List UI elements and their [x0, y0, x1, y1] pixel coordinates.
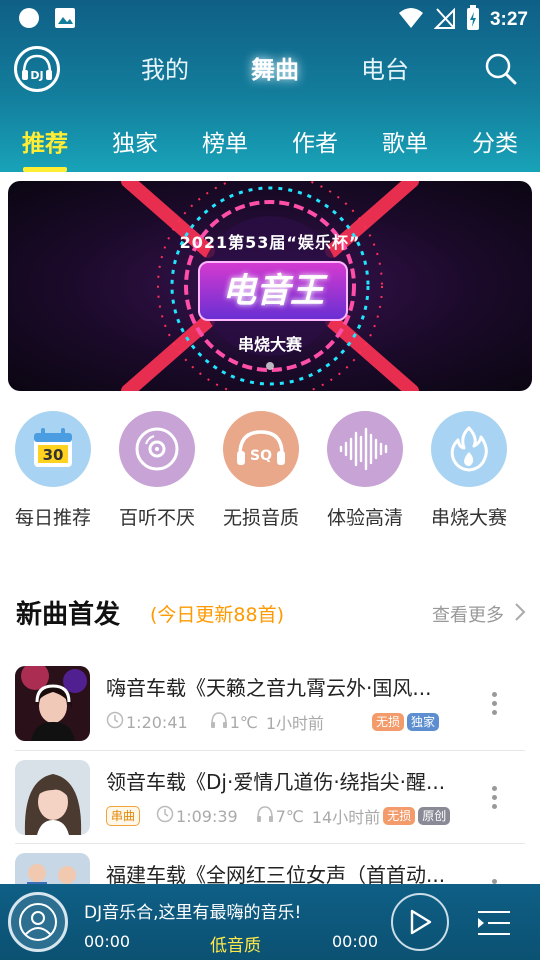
- new-releases-header: 新曲首发 (今日更新88首) 查看更多: [16, 594, 526, 634]
- tab-radio[interactable]: 电台: [330, 50, 440, 85]
- headphones-icon: [256, 805, 274, 827]
- tag-lossless: 无损: [383, 807, 416, 825]
- song-title: 领音车载《Dj·爱情几道伤·绕指尖·醒...: [106, 770, 446, 794]
- category-hd[interactable]: 体验高清: [314, 411, 416, 530]
- song-listens: 7℃: [275, 806, 304, 826]
- clock-icon: [106, 711, 124, 733]
- notification-dot-icon: [18, 7, 40, 33]
- song-time-ago: 1小时前: [265, 714, 325, 733]
- no-signal-icon: [433, 6, 456, 34]
- promo-banner[interactable]: 2021第53届“娱乐杯” 电音王 串烧大赛: [8, 181, 532, 391]
- headphones-sq-icon: SQ: [223, 411, 299, 487]
- play-icon: [410, 909, 432, 935]
- tag-exclusive: 独家: [407, 713, 440, 731]
- dj-logo[interactable]: DJ: [14, 46, 60, 92]
- category-label: 体验高清: [326, 507, 403, 529]
- category-daily[interactable]: 30 每日推荐: [2, 411, 104, 530]
- svg-text:30: 30: [43, 446, 64, 464]
- more-options-icon[interactable]: [489, 786, 499, 813]
- banner-page-indicator: [266, 362, 274, 370]
- more-options-icon[interactable]: [489, 692, 499, 719]
- wifi-icon: [398, 7, 424, 33]
- now-playing-text: DJ音乐合,这里有最嗨的音乐!: [84, 903, 302, 923]
- list-item[interactable]: 领音车载《Dj·爱情几道伤·绕指尖·醒... 串曲 1:09:39 7℃ 14小…: [15, 760, 525, 850]
- current-time: 00:00: [84, 932, 131, 951]
- status-time: 3:27: [489, 9, 528, 30]
- tab-mine[interactable]: 我的: [110, 50, 220, 85]
- avatar[interactable]: [8, 892, 68, 952]
- quality-toggle[interactable]: 低音质: [210, 931, 261, 956]
- playlist-icon[interactable]: [476, 908, 512, 942]
- total-time: 00:00: [332, 932, 379, 951]
- header: 3:27 DJ 我的 舞曲 电台 推荐 独家 榜单 作者 歌单 分类: [0, 0, 540, 172]
- divider: [15, 843, 525, 844]
- divider: [15, 750, 525, 751]
- category-label: 每日推荐: [14, 507, 91, 529]
- category-contest[interactable]: 串烧大赛: [418, 411, 520, 530]
- subtab-recommend[interactable]: 推荐: [0, 110, 90, 172]
- main-tabs: 我的 舞曲 电台: [110, 50, 440, 85]
- sub-tabs: 推荐 独家 榜单 作者 歌单 分类: [0, 110, 540, 172]
- banner-subtitle: 串烧大赛: [237, 335, 302, 354]
- headphones-icon: [210, 711, 228, 733]
- song-meta: 串曲 1:09:39 7℃ 14小时前 无损 原创: [106, 804, 451, 828]
- status-bar: 3:27: [0, 0, 540, 38]
- chevron-right-icon[interactable]: [514, 602, 526, 626]
- view-more-link[interactable]: 查看更多: [432, 601, 504, 627]
- tag-original: 原创: [418, 807, 451, 825]
- app-bar: DJ 我的 舞曲 电台: [0, 40, 540, 100]
- category-lossless[interactable]: SQ 无损音质: [210, 411, 312, 530]
- subtab-playlists[interactable]: 歌单: [360, 110, 450, 172]
- song-duration: 1:09:39: [176, 806, 238, 826]
- subtab-categories[interactable]: 分类: [450, 110, 540, 172]
- category-label: 百听不厌: [118, 507, 195, 529]
- song-duration: 1:20:41: [126, 712, 188, 732]
- category-favorites[interactable]: 百听不厌: [106, 411, 208, 530]
- banner-main-text: 电音王: [198, 261, 348, 321]
- song-meta: 1:20:41 1℃ 1小时前 无损 独家: [106, 710, 440, 734]
- subtab-charts[interactable]: 榜单: [180, 110, 270, 172]
- play-button[interactable]: [391, 893, 449, 951]
- tag-medley: 串曲: [106, 806, 141, 826]
- waveform-icon: [327, 411, 403, 487]
- battery-icon: [466, 5, 480, 35]
- subtab-exclusive[interactable]: 独家: [90, 110, 180, 172]
- banner-title: 2021第53届“娱乐杯”: [179, 233, 361, 252]
- song-time-ago: 14小时前: [311, 808, 381, 827]
- clock-icon: [156, 805, 174, 827]
- calendar-icon: 30: [15, 411, 91, 487]
- subtab-authors[interactable]: 作者: [270, 110, 360, 172]
- song-cover: [15, 760, 90, 835]
- tag-lossless: 无损: [372, 713, 405, 731]
- tab-dance[interactable]: 舞曲: [220, 50, 330, 85]
- song-listens: 1℃: [229, 712, 258, 732]
- section-subtitle: (今日更新88首): [150, 604, 285, 626]
- disc-icon: [119, 411, 195, 487]
- player-bar[interactable]: DJ音乐合,这里有最嗨的音乐! 00:00 低音质 00:00: [0, 884, 540, 960]
- active-tab-indicator: [23, 167, 67, 172]
- song-cover: [15, 666, 90, 741]
- svg-text:SQ: SQ: [250, 448, 272, 464]
- flame-icon: [431, 411, 507, 487]
- category-label: 串烧大赛: [430, 507, 507, 529]
- section-title: 新曲首发: [16, 600, 121, 630]
- search-icon[interactable]: [484, 52, 518, 86]
- svg-text:DJ: DJ: [30, 69, 43, 82]
- song-title: 嗨音车载《天籁之音九霄云外·国风...: [106, 676, 432, 700]
- category-label: 无损音质: [222, 507, 299, 529]
- category-shortcuts: 30 每日推荐 百听不厌 SQ 无损音质 体验高清 串烧大赛: [0, 411, 540, 530]
- image-notification-icon: [54, 7, 76, 33]
- list-item[interactable]: 嗨音车载《天籁之音九霄云外·国风... 1:20:41 1℃ 1小时前 无损 独…: [15, 666, 525, 756]
